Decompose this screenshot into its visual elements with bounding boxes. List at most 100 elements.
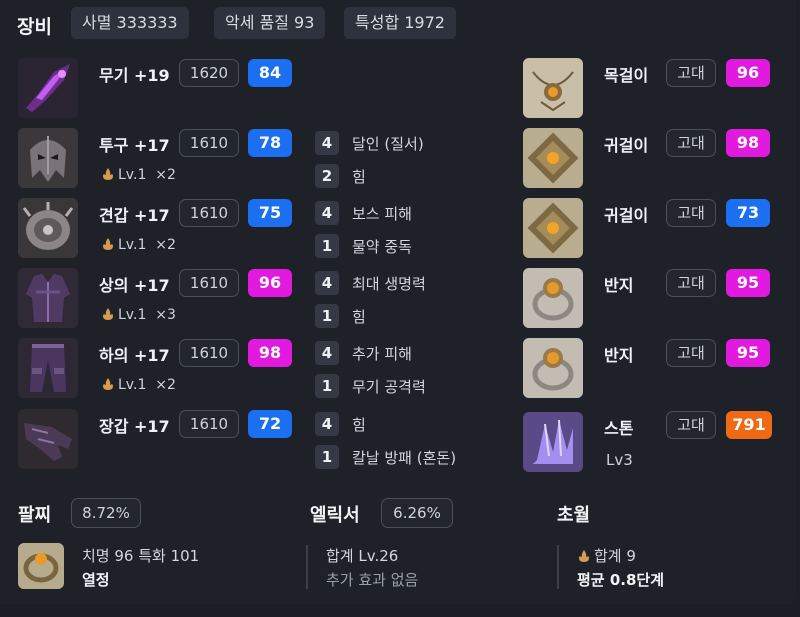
engraving-name: 추가 피해	[352, 345, 412, 363]
flame-icon	[103, 308, 113, 320]
chip-set: 사멸 333333	[71, 7, 189, 39]
quality-badge: 72	[248, 410, 292, 438]
elixir-total: 합계 Lv.26	[326, 547, 399, 565]
item-level: 1610	[179, 410, 239, 438]
accessory-name: 반지	[604, 276, 634, 295]
item-level: 1610	[179, 129, 239, 157]
quality-badge: 95	[726, 339, 770, 367]
engraving-level: 1	[315, 374, 339, 398]
bonus-info: Lv.1 ×2	[101, 237, 176, 253]
bracelet-effect: 열정	[82, 571, 110, 589]
bonus-level: Lv.1	[118, 237, 147, 253]
bracelet-stats: 치명 96 특화 101	[82, 547, 200, 565]
earring-icon[interactable]	[523, 128, 583, 188]
stone-level: Lv3	[606, 451, 633, 469]
accessory-name: 스톤	[604, 419, 634, 438]
bonus-count: ×2	[155, 237, 176, 253]
divider	[557, 545, 559, 589]
equip-name: 장갑 +17	[99, 417, 170, 436]
grade-label: 고대	[666, 129, 716, 157]
engraving-name: 보스 피해	[352, 205, 412, 223]
quality-badge: 791	[726, 411, 772, 439]
bonus-level: Lv.1	[118, 377, 147, 393]
engraving-level: 4	[315, 131, 339, 155]
flame-icon	[579, 550, 589, 562]
bracelet-value: 8.72%	[71, 498, 141, 528]
gloves-icon[interactable]	[18, 409, 78, 469]
transcend-title: 초월	[557, 505, 591, 526]
item-level: 1610	[179, 199, 239, 227]
equipment-header: 장비 사멸 333333 악세 품질 93 특성합 1972	[0, 7, 796, 41]
divider	[306, 545, 308, 589]
engraving-level: 4	[315, 201, 339, 225]
quality-badge: 95	[726, 269, 770, 297]
grade-label: 고대	[666, 199, 716, 227]
ring-icon[interactable]	[523, 268, 583, 328]
chest-icon[interactable]	[18, 268, 78, 328]
weapon-icon[interactable]	[18, 58, 78, 118]
bracelet-title: 팔찌	[18, 505, 52, 526]
engraving-level: 1	[315, 445, 339, 469]
equip-name: 투구 +17	[99, 136, 170, 155]
elixir-value: 6.26%	[381, 498, 453, 528]
bonus-info: Lv.1 ×2	[101, 377, 176, 393]
chip-accessory-quality: 악세 품질 93	[214, 7, 326, 39]
bonus-count: ×2	[155, 377, 176, 393]
grade-label: 고대	[666, 339, 716, 367]
engraving-level: 1	[315, 304, 339, 328]
elixir-effect: 추가 효과 없음	[326, 571, 419, 589]
quality-badge: 73	[726, 199, 770, 227]
bonus-info: Lv.1 ×3	[101, 307, 176, 323]
engraving-name: 최대 생명력	[352, 275, 426, 293]
item-level: 1610	[179, 269, 239, 297]
accessory-name: 목걸이	[604, 66, 649, 85]
quality-badge: 84	[248, 59, 292, 87]
engraving-level: 1	[315, 234, 339, 258]
chip-stat-total: 특성합 1972	[344, 7, 456, 39]
elixir-title: 엘릭서	[310, 505, 360, 526]
bonus-level: Lv.1	[118, 167, 147, 183]
engraving-level: 4	[315, 412, 339, 436]
engraving-name: 힘	[352, 168, 366, 186]
equip-name: 상의 +17	[99, 276, 170, 295]
quality-badge: 98	[726, 129, 770, 157]
bracelet-icon[interactable]	[18, 543, 64, 589]
engraving-name: 달인 (질서)	[352, 135, 424, 153]
accessory-name: 반지	[604, 346, 634, 365]
equip-name: 무기 +19	[99, 66, 170, 85]
shoulder-icon[interactable]	[18, 198, 78, 258]
stone-icon[interactable]	[523, 412, 583, 472]
engraving-level: 2	[315, 164, 339, 188]
transcend-total: 합계 9	[594, 547, 636, 565]
ring-icon[interactable]	[523, 338, 583, 398]
flame-icon	[103, 378, 113, 390]
bonus-level: Lv.1	[118, 307, 147, 323]
item-level: 1620	[179, 59, 239, 87]
equipment-panel: 장비 사멸 333333 악세 품질 93 특성합 1972 무기 +19 16…	[0, 0, 796, 604]
engraving-name: 무기 공격력	[352, 378, 426, 396]
engraving-level: 4	[315, 271, 339, 295]
earring-icon[interactable]	[523, 198, 583, 258]
bonus-count: ×2	[155, 167, 176, 183]
item-level: 1610	[179, 339, 239, 367]
accessory-name: 귀걸이	[604, 206, 649, 225]
necklace-icon[interactable]	[523, 58, 583, 118]
pants-icon[interactable]	[18, 338, 78, 398]
flame-icon	[103, 238, 113, 250]
equip-name: 하의 +17	[99, 346, 170, 365]
section-title: 장비	[17, 16, 52, 38]
grade-label: 고대	[666, 269, 716, 297]
quality-badge: 96	[248, 269, 292, 297]
quality-badge: 78	[248, 129, 292, 157]
engraving-level: 4	[315, 341, 339, 365]
quality-badge: 96	[726, 59, 770, 87]
grade-label: 고대	[666, 411, 716, 439]
engraving-name: 힘	[352, 416, 366, 434]
flame-icon	[103, 168, 113, 180]
helmet-icon[interactable]	[18, 128, 78, 188]
transcend-avg: 평균 0.8단계	[577, 571, 664, 589]
engraving-name: 물약 중독	[352, 238, 412, 256]
accessory-name: 귀걸이	[604, 136, 649, 155]
equip-name: 견갑 +17	[99, 206, 170, 225]
bonus-count: ×3	[155, 307, 176, 323]
